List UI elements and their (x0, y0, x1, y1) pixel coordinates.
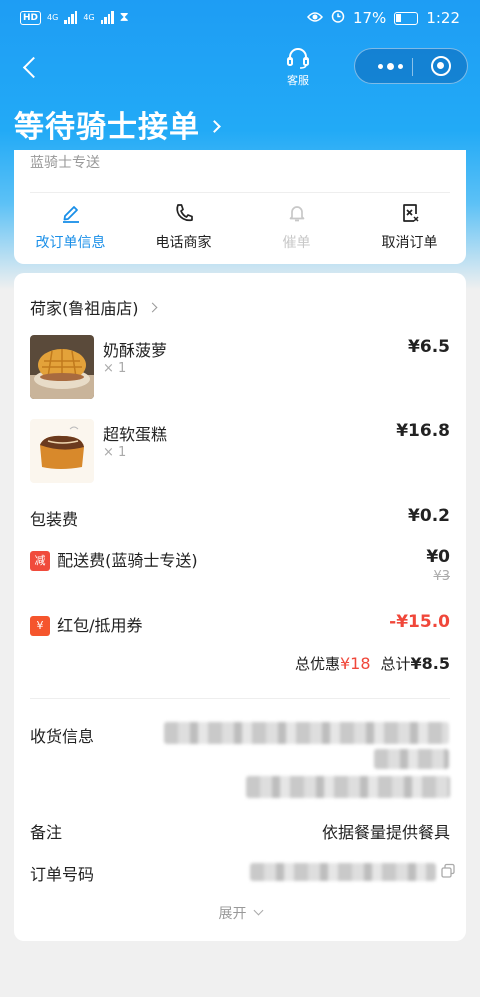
chevron-right-icon (208, 119, 221, 133)
hd-badge: HD (20, 10, 42, 25)
address-redacted-2 (374, 749, 449, 769)
coupon-label: 红包/抵用券 (57, 616, 143, 635)
expand-label: 展开 (218, 906, 247, 922)
urge-order-button[interactable]: 催单 (240, 202, 353, 252)
more-menu-button[interactable] (367, 49, 413, 83)
order-number-redacted (250, 863, 436, 881)
remark-row: 备注 依据餐量提供餐具 (30, 819, 450, 843)
headset-icon (287, 48, 309, 69)
total-label: 总计 (380, 655, 411, 673)
rider-type: 蓝骑士专送 (30, 155, 100, 171)
remark-value: 依据餐量提供餐具 (321, 823, 450, 842)
customer-service-label: 客服 (287, 74, 309, 87)
item-price: ¥6.5 (408, 337, 450, 357)
order-number-label: 订单号码 (30, 865, 95, 884)
order-detail-card: 荷家(鲁祖庙店) 奶酥菠萝 × 1 ¥6.5 超软蛋糕 × 1 ¥16.8 包装… (14, 273, 466, 941)
chevron-down-icon (253, 905, 263, 916)
network-type-1: 4G (47, 13, 59, 22)
miniprogram-capsule (354, 48, 468, 84)
signal-icon-2 (100, 11, 114, 24)
remark-label: 备注 (30, 823, 63, 842)
delivery-fee-original: ¥3 (433, 569, 450, 584)
cancel-order-icon (402, 204, 419, 222)
item-quantity: × 1 (103, 445, 127, 460)
eye-icon (306, 9, 323, 27)
network-type-2: 4G (83, 13, 95, 22)
item-image (30, 335, 94, 399)
item-price: ¥16.8 (396, 421, 450, 441)
chevron-right-icon (147, 302, 157, 312)
edit-icon (62, 206, 79, 223)
cancel-order-button[interactable]: 取消订单 (353, 202, 466, 252)
order-item: 超软蛋糕 × 1 ¥16.8 (30, 419, 450, 485)
total-discount-value: ¥18 (339, 654, 371, 673)
coupon-row[interactable]: ¥ 红包/抵用券 -¥15.0 (30, 612, 450, 636)
order-status-text: 等待骑士接单 (14, 110, 200, 145)
phone-icon (175, 204, 193, 222)
signal-icon (64, 11, 78, 24)
delivery-fee-row: 减 配送费(蓝骑士专送) ¥0 ¥3 (30, 547, 450, 584)
hourglass-icon: ⧗ (119, 10, 129, 25)
shop-name-link[interactable]: 荷家(鲁祖庙店) (30, 295, 157, 319)
status-bar: HD 4G 4G ⧗ 17% 1:22 (0, 0, 480, 38)
urge-order-label: 催单 (282, 235, 311, 251)
call-merchant-label: 电话商家 (155, 235, 212, 251)
back-button[interactable] (16, 50, 48, 82)
coupon-value: -¥15.0 (389, 612, 450, 632)
order-status-title[interactable]: 等待骑士接单 (14, 102, 221, 146)
copy-icon[interactable] (440, 863, 456, 883)
packaging-fee-label: 包装费 (30, 510, 79, 529)
total-amount: 总计¥8.5 (381, 653, 451, 674)
order-item: 奶酥菠萝 × 1 ¥6.5 (30, 335, 450, 401)
shop-name: 荷家(鲁祖庙店) (30, 299, 139, 318)
total-value: ¥8.5 (410, 654, 450, 673)
address-redacted (164, 722, 449, 744)
clock-time: 1:22 (426, 9, 460, 27)
close-miniprogram-button[interactable] (431, 56, 451, 76)
coupon-tag: ¥ (30, 616, 50, 636)
order-actions-card: 蓝骑士专送 改订单信息 电话商家 催单 取消订单 (14, 150, 466, 264)
packaging-fee-value: ¥0.2 (408, 506, 450, 526)
battery-percent: 17% (352, 9, 387, 27)
order-totals: 总优惠¥18 总计¥8.5 (295, 653, 450, 674)
delivery-fee-label: 配送费(蓝骑士专送) (57, 551, 198, 570)
phone-redacted (246, 776, 450, 798)
total-discount: 总优惠¥18 (295, 653, 371, 674)
address-label: 收货信息 (30, 727, 95, 746)
edit-order-button[interactable]: 改订单信息 (14, 202, 127, 252)
item-image (30, 419, 94, 483)
battery-icon (394, 11, 419, 25)
call-merchant-button[interactable]: 电话商家 (127, 202, 240, 252)
customer-service-button[interactable]: 客服 (276, 48, 320, 88)
item-quantity: × 1 (103, 361, 127, 376)
item-name: 超软蛋糕 (103, 425, 168, 444)
discount-tag: 减 (30, 551, 50, 571)
item-name: 奶酥菠萝 (103, 341, 168, 360)
nav-bar: 客服 (0, 38, 480, 98)
expand-button[interactable]: 展开 (14, 903, 466, 923)
cancel-order-label: 取消订单 (381, 235, 438, 251)
alarm-icon (331, 9, 345, 27)
edit-order-label: 改订单信息 (35, 235, 106, 251)
total-discount-label: 总优惠 (294, 655, 340, 673)
packaging-fee-row: 包装费 ¥0.2 (30, 506, 450, 530)
bell-icon (289, 206, 304, 222)
delivery-fee-value: ¥0 (426, 547, 450, 567)
